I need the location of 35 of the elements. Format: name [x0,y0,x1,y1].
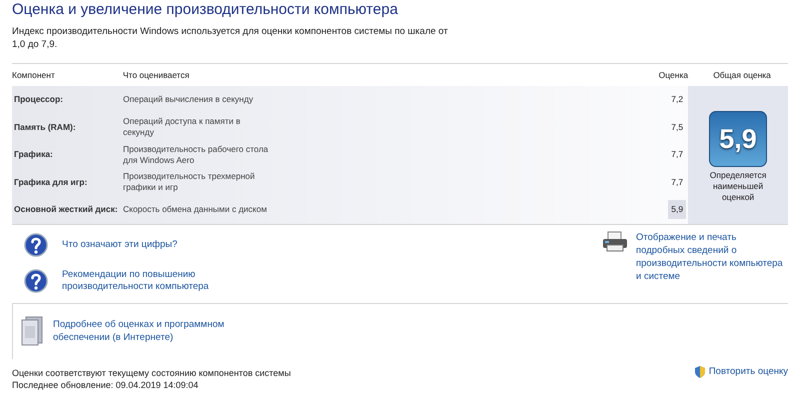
score-header: Оценка [658,68,688,82]
shield-icon [694,366,705,378]
print-details-link[interactable]: Отображение и печать подробных сведений о производительности компьютера и системе [636,230,786,282]
rerun-assessment-link[interactable]: Повторить оценку [708,364,788,379]
component-cell-text: Процессор: [13,93,64,106]
component-cell-text: Графика для игр: [13,176,88,189]
measures-header: Что оценивается [122,68,190,82]
component-cell-text: Графика: [13,148,54,162]
score-cell-text: 7,7 [670,148,684,162]
component-header: Компонент [12,68,56,82]
base-score-badge: 5,9 [709,111,768,167]
component-cell-text: Основной жесткий диск: [13,203,119,216]
base-score-header: Общая оценка [712,68,772,82]
description-text: Индекс производительности Windows используется для оценки компонентов системы по шкале от 1,0 до 7,9. [12,25,449,51]
printer-icon [602,230,628,252]
page-title: Оценка и увеличение производительности компьютера [12,1,399,19]
online-info-link[interactable]: Подробнее об оценках и программном обеспечении (в Интернете) [53,318,283,344]
status-text: Последнее обновление: 09.04.2019 14:09:04 [12,378,200,391]
help-icon [24,268,48,292]
measure-cell-text: Производительность трехмерной графики и игр [123,171,256,194]
component-cell-text: Память (RAM): [13,120,77,134]
help-link[interactable]: Что означают эти цифры? [62,238,212,250]
score-cell-text: 7,5 [670,120,684,134]
help-icon [24,232,48,256]
measure-cell-text: Операций вычисления в секунду [123,94,254,106]
base-score-note: Определяется наименьшей оценкой [708,170,768,203]
measure-cell-text: Операций доступа к памяти в секунду [123,116,242,138]
measure-cell-text: Производительность рабочего стола для Windows Aero [123,144,270,166]
document-icon [21,316,43,346]
score-cell: 5,9 [668,200,686,220]
help-link[interactable]: Рекомендации по повышению производительности компьютера [62,268,212,292]
status-text: Оценки соответствуют текущему состоянию компонентов системы [12,366,291,379]
score-cell-text: 7,2 [670,93,684,106]
score-cell-text: 7,7 [670,176,684,189]
measure-cell-text: Скорость обмена данными с диском [123,204,268,216]
